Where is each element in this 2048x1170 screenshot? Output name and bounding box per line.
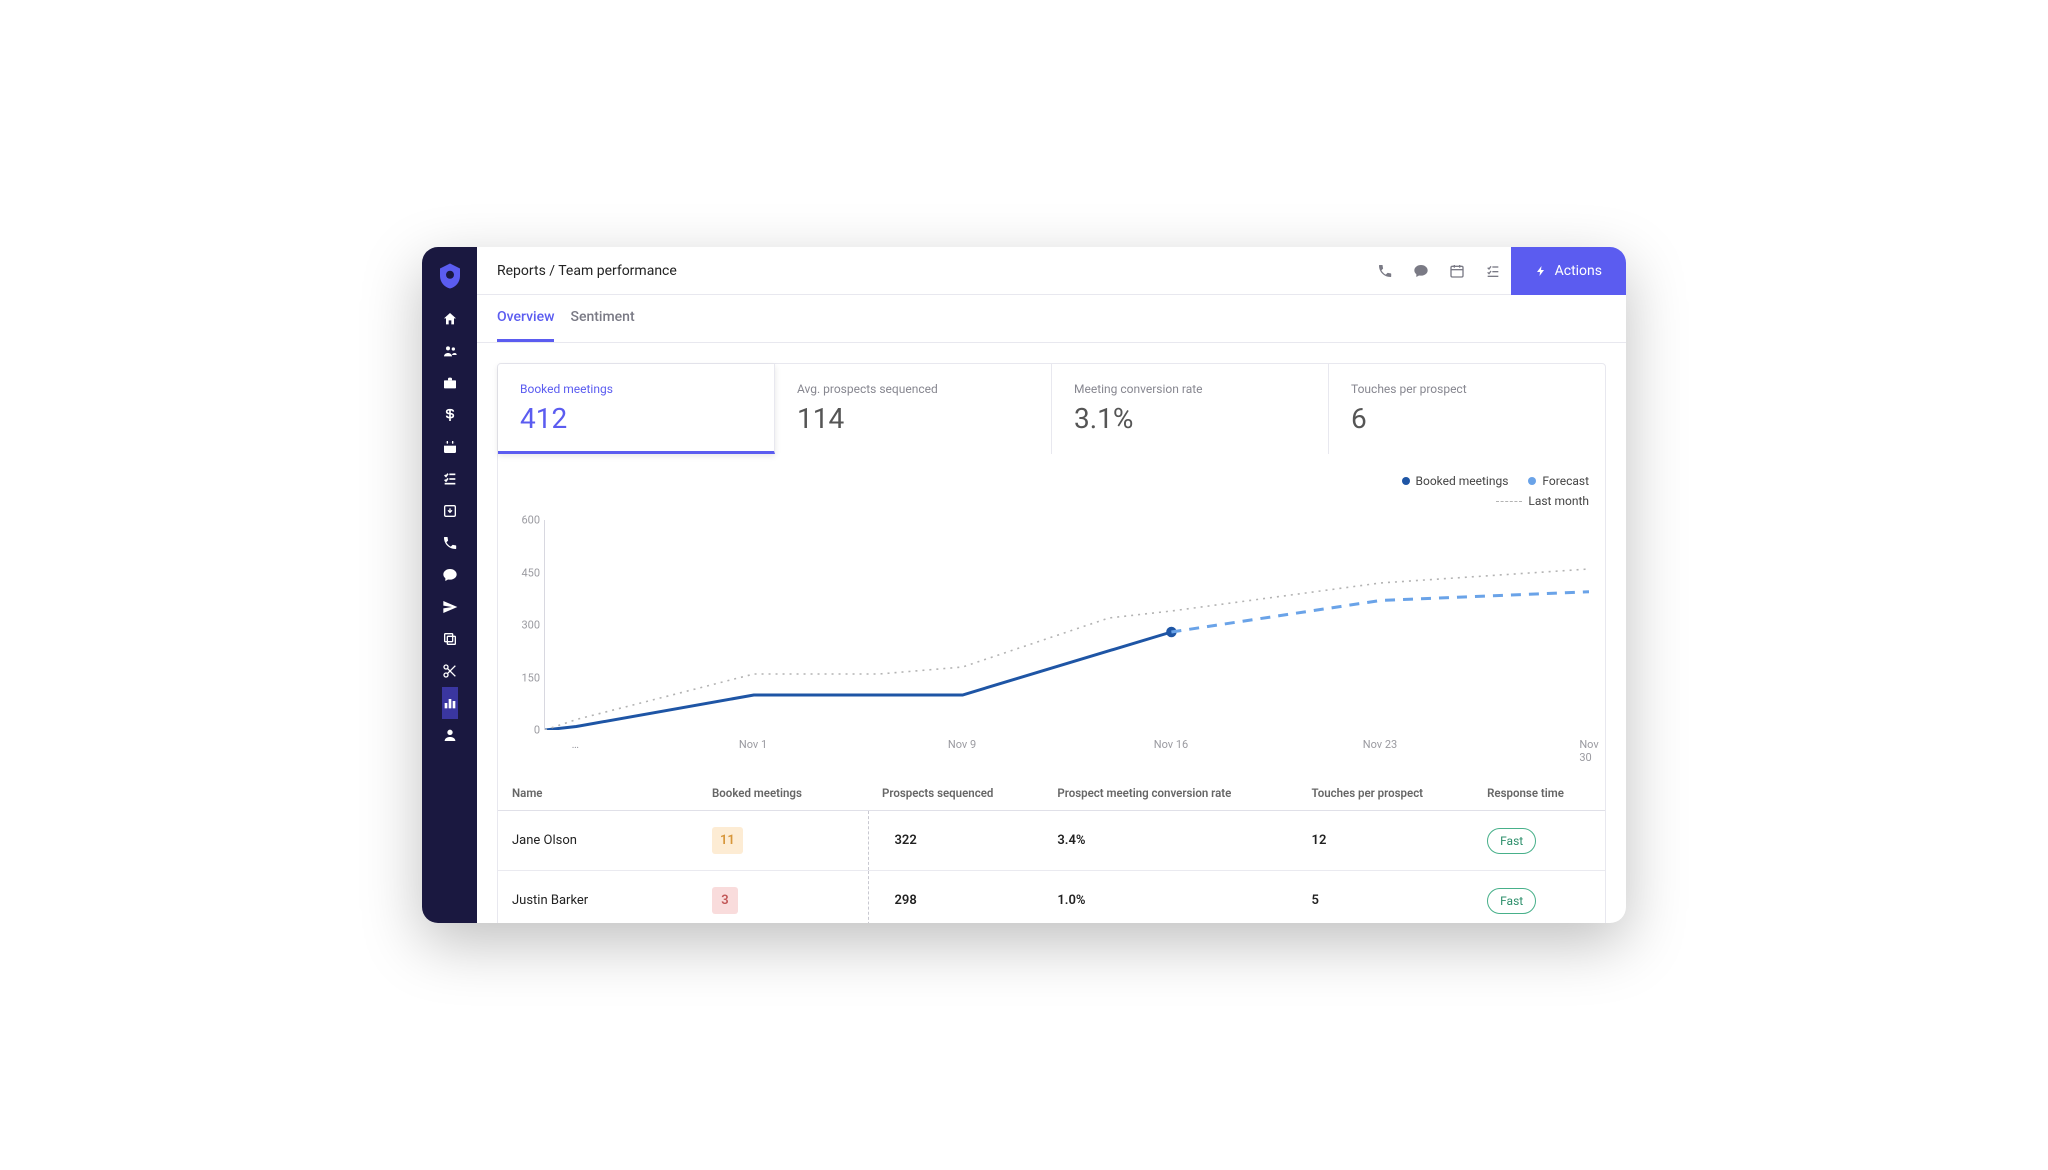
metric-value: 3.1%: [1074, 402, 1306, 435]
y-tick-label: 300: [512, 619, 540, 632]
sidebar-people-icon[interactable]: [442, 335, 458, 367]
sidebar-calendar-icon[interactable]: [442, 431, 458, 463]
sidebar-inbox-icon[interactable]: [442, 495, 458, 527]
metric-value: 6: [1351, 402, 1583, 435]
x-tick-label: …: [572, 738, 579, 751]
sidebar-tasks-icon[interactable]: [442, 463, 458, 495]
calendar-icon[interactable]: [1439, 253, 1475, 289]
cell-rate: 3.4%: [1043, 811, 1297, 871]
y-tick-label: 150: [512, 671, 540, 684]
cell-prospects: 298: [868, 871, 1043, 924]
metric-card[interactable]: Meeting conversion rate 3.1%: [1052, 364, 1329, 454]
logo-icon: [435, 261, 465, 291]
chat-icon[interactable]: [1403, 253, 1439, 289]
legend-dot-icon: [1402, 477, 1410, 485]
breadcrumb: Reports / Team performance: [497, 263, 677, 279]
cell-booked: 3: [698, 871, 868, 924]
legend-label: Booked meetings: [1416, 474, 1509, 488]
sidebar-chat-icon[interactable]: [442, 559, 458, 591]
main-area: Reports / Team performance Actions: [477, 247, 1626, 923]
legend-lastmonth: Last month: [1496, 494, 1589, 508]
team-table: NameBooked meetingsProspects sequencedPr…: [498, 776, 1605, 923]
legend-label: Last month: [1528, 494, 1589, 508]
column-header[interactable]: Response time: [1473, 776, 1605, 811]
legend-label: Forecast: [1542, 474, 1589, 488]
cell-booked: 11: [698, 811, 868, 871]
metrics-row: Booked meetings 412 Avg. prospects sequenc…: [498, 364, 1605, 454]
header: Reports / Team performance Actions: [477, 247, 1626, 295]
cell-touches: 5: [1298, 871, 1474, 924]
cell-name: Jane Olson: [498, 811, 698, 871]
table-row[interactable]: Jane Olson113223.4%12Fast: [498, 811, 1605, 871]
x-tick-label: Nov 1: [739, 738, 767, 751]
cell-rate: 1.0%: [1043, 871, 1297, 924]
metric-value: 114: [797, 402, 1029, 435]
tasks-icon[interactable]: [1475, 253, 1511, 289]
metric-label: Booked meetings: [520, 382, 752, 396]
sidebar-briefcase-icon[interactable]: [442, 367, 458, 399]
y-tick-label: 450: [512, 566, 540, 579]
cell-name: Justin Barker: [498, 871, 698, 924]
metric-label: Meeting conversion rate: [1074, 382, 1306, 396]
metric-label: Avg. prospects sequenced: [797, 382, 1029, 396]
sidebar: [422, 247, 477, 923]
cell-prospects: 322: [868, 811, 1043, 871]
chart-section: Booked meetings Forecast Last month: [498, 454, 1605, 766]
sidebar-send-icon[interactable]: [442, 591, 458, 623]
table-row[interactable]: Justin Barker32981.0%5Fast: [498, 871, 1605, 924]
column-header[interactable]: Name: [498, 776, 698, 811]
cell-response: Fast: [1473, 871, 1605, 924]
sidebar-user-icon[interactable]: [442, 719, 458, 751]
metric-card[interactable]: Touches per prospect 6: [1329, 364, 1605, 454]
column-header[interactable]: Prospect meeting conversion rate: [1043, 776, 1297, 811]
legend-dash-icon: [1496, 501, 1522, 502]
sidebar-scissor-icon[interactable]: [442, 655, 458, 687]
sidebar-phone-icon[interactable]: [442, 527, 458, 559]
x-tick-label: Nov 16: [1154, 738, 1188, 751]
sidebar-copy-icon[interactable]: [442, 623, 458, 655]
chart-legend-2: Last month: [514, 494, 1589, 508]
metrics-card: Booked meetings 412 Avg. prospects sequenc…: [497, 363, 1606, 923]
column-header[interactable]: Booked meetings: [698, 776, 868, 811]
legend-dot-icon: [1528, 477, 1536, 485]
tab-overview[interactable]: Overview: [497, 295, 554, 342]
y-tick-label: 0: [512, 724, 540, 737]
sidebar-dollar-icon[interactable]: [442, 399, 458, 431]
phone-icon[interactable]: [1367, 253, 1403, 289]
legend-forecast: Forecast: [1528, 474, 1589, 488]
content: Booked meetings 412 Avg. prospects sequenc…: [477, 343, 1626, 923]
chart-area: 0150300450600: [544, 520, 1589, 730]
app-window: Reports / Team performance Actions: [422, 247, 1626, 923]
x-tick-label: Nov 30: [1579, 738, 1598, 764]
column-header[interactable]: Touches per prospect: [1298, 776, 1474, 811]
cell-touches: 12: [1298, 811, 1474, 871]
team-table-section: NameBooked meetingsProspects sequencedPr…: [498, 776, 1605, 923]
chart-legend: Booked meetings Forecast: [514, 474, 1589, 488]
cell-response: Fast: [1473, 811, 1605, 871]
sidebar-home-icon[interactable]: [442, 303, 458, 335]
legend-booked: Booked meetings: [1402, 474, 1509, 488]
actions-label: Actions: [1555, 263, 1602, 279]
x-tick-label: Nov 23: [1363, 738, 1397, 751]
metric-label: Touches per prospect: [1351, 382, 1583, 396]
bolt-icon: [1535, 265, 1547, 277]
metric-card[interactable]: Avg. prospects sequenced 114: [775, 364, 1052, 454]
tabs: Overview Sentiment: [477, 295, 1626, 343]
y-tick-label: 600: [512, 514, 540, 527]
sidebar-chart-icon[interactable]: [442, 687, 458, 719]
chart-plot: [544, 520, 1589, 730]
metric-card[interactable]: Booked meetings 412: [498, 364, 775, 454]
actions-button[interactable]: Actions: [1511, 247, 1626, 295]
header-actions: Actions: [1367, 247, 1626, 295]
x-tick-label: Nov 9: [948, 738, 976, 751]
metric-value: 412: [520, 402, 752, 435]
tab-sentiment[interactable]: Sentiment: [570, 295, 634, 342]
column-header[interactable]: Prospects sequenced: [868, 776, 1043, 811]
x-axis-labels: …Nov 1Nov 9Nov 16Nov 23Nov 30: [544, 738, 1589, 758]
